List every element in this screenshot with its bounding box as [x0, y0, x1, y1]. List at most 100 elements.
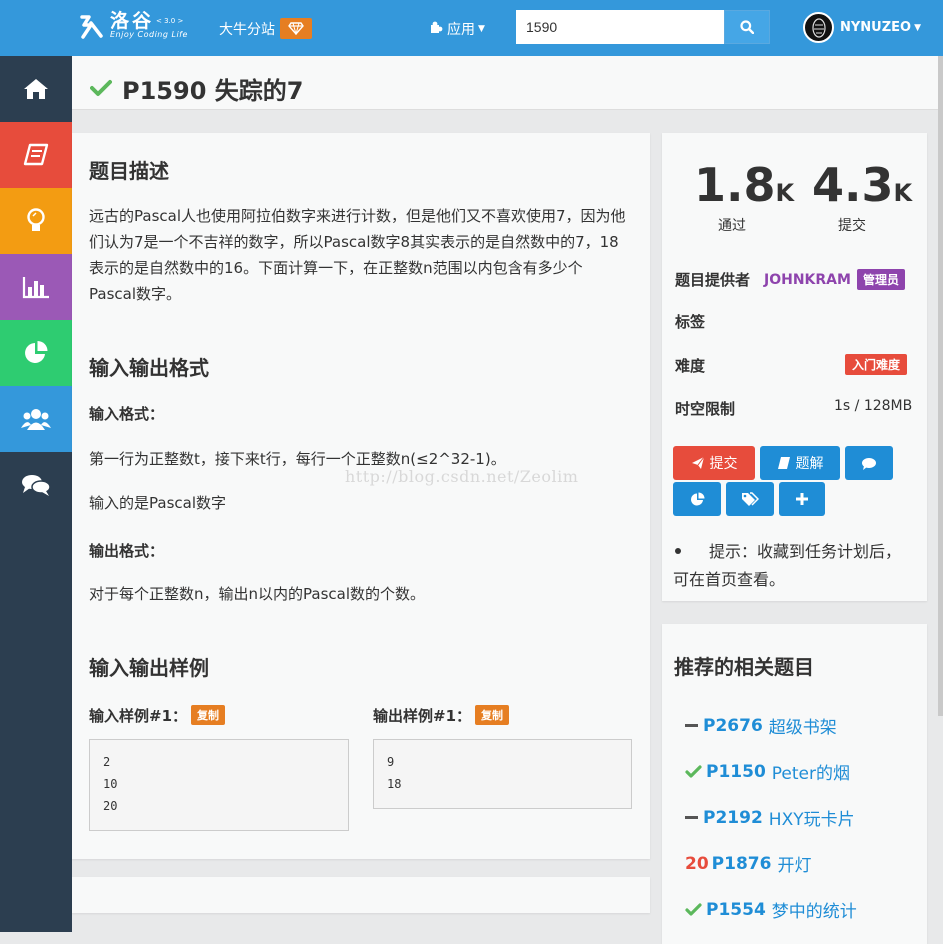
recommend-title: 推荐的相关题目: [674, 655, 814, 679]
sample-heading: 输入输出样例: [89, 656, 209, 680]
difficulty-badge: 入门难度: [845, 354, 908, 375]
apps-menu[interactable]: 应用 ▼: [430, 19, 485, 39]
limit-label: 时空限制: [675, 400, 736, 418]
problem-bottom-card: [72, 877, 650, 913]
submit-button-label: 提交: [709, 456, 738, 472]
input-format-label: 输入格式：: [89, 405, 165, 423]
sidebar-item-groups[interactable]: [0, 386, 72, 452]
sidebar-item-discuss[interactable]: [0, 452, 72, 518]
caret-down-icon: ▼: [914, 22, 922, 33]
watermark: http://blog.csdn.net/Zeolim: [345, 467, 579, 486]
recommend-item-id: P2192: [703, 807, 763, 828]
sample-output-label-text: 输出样例#1：: [373, 707, 472, 725]
unattempted-icon: [685, 816, 698, 819]
page-scrollbar[interactable]: [938, 56, 943, 716]
recommend-item-name: HXY玩卡片: [768, 810, 855, 830]
recommend-item[interactable]: P2676 超级书架: [685, 713, 837, 738]
submit-button[interactable]: 提交: [673, 446, 755, 480]
search-input[interactable]: [516, 10, 724, 44]
accepted-count-value: 1.8: [694, 158, 776, 212]
description-heading: 题目描述: [89, 159, 169, 183]
sidebar-item-problems[interactable]: [0, 122, 72, 188]
favorite-tip: 提示：收藏到任务计划后，可在首页查看。: [673, 538, 913, 594]
recommend-item-id: P2676: [703, 715, 763, 736]
comments-icon: [862, 457, 876, 470]
lightbulb-icon: [27, 208, 45, 231]
copy-output-button[interactable]: 复制: [475, 705, 510, 725]
book-icon: [23, 143, 49, 166]
user-menu[interactable]: NYNUZEO ▼: [803, 12, 921, 43]
output-format-text: 对于每个正整数n，输出n以内的Pascal数的个数。: [89, 585, 426, 603]
io-format-heading: 输入输出格式: [89, 356, 209, 380]
copy-input-button[interactable]: 复制: [191, 705, 226, 725]
page-title: P1590 失踪的7: [90, 71, 303, 106]
recommend-item-name: 梦中的统计: [771, 902, 857, 922]
sample-input-box[interactable]: 2 10 20: [89, 739, 349, 831]
solutions-button-label: 题解: [795, 456, 824, 472]
provider-name[interactable]: JOHNKRAM: [764, 272, 851, 288]
luogu-logo[interactable]: 洛谷 < 3.0 > Enjoy Coding Life: [76, 10, 188, 46]
site-link[interactable]: 大牛分站: [219, 18, 312, 39]
input-format-note: 输入的是Pascal数字: [89, 494, 226, 512]
accepted-label: 通过: [718, 218, 746, 234]
solutions-button[interactable]: 题解: [760, 446, 840, 480]
accepted-count-unit: K: [775, 179, 795, 207]
discuss-button[interactable]: [845, 446, 893, 480]
favorite-tip-text: 提示：收藏到任务计划后，可在首页查看。: [673, 542, 902, 589]
recommend-item-name: Peter的烟: [771, 764, 850, 784]
sidebar-item-training[interactable]: [0, 188, 72, 254]
limit-value: 1s / 128MB: [834, 398, 913, 414]
search-icon: [740, 20, 754, 34]
stats-button[interactable]: [673, 482, 721, 516]
pie-chart-icon: [25, 341, 48, 363]
apps-label: 应用: [447, 22, 475, 38]
problem-title: P1590 失踪的7: [122, 77, 304, 105]
recommend-item-name: 开灯: [777, 856, 812, 876]
provider-label: 题目提供者: [675, 271, 751, 289]
top-navbar: 洛谷< 3.0 > Enjoy Coding Life 大牛分站 应用 ▼ NY…: [0, 0, 943, 56]
sample-output-label: 输出样例#1： 复制: [373, 705, 510, 726]
tags-icon: [742, 492, 759, 506]
recommend-item[interactable]: 20 P1876 开灯: [685, 851, 812, 877]
bar-chart-icon: [22, 277, 49, 299]
provider: JOHNKRAM 管理员: [764, 269, 905, 290]
check-icon: [685, 764, 702, 778]
tags-button[interactable]: [726, 482, 774, 516]
recommend-item-name: 超级书架: [768, 718, 837, 738]
tags-label: 标签: [675, 313, 706, 331]
recommend-item[interactable]: P1554 梦中的统计: [685, 897, 857, 922]
recommend-item-id: P1150: [706, 761, 766, 782]
puzzle-icon: [430, 20, 444, 38]
logo-version: < 3.0 >: [156, 17, 184, 25]
score-badge: 20: [685, 853, 709, 874]
recommend-item[interactable]: P1150 Peter的烟: [685, 759, 850, 784]
difficulty-label: 难度: [675, 357, 706, 375]
search-button[interactable]: [724, 10, 770, 44]
sidebar-item-home[interactable]: [0, 56, 72, 122]
unattempted-icon: [685, 724, 698, 727]
comments-icon: [22, 475, 51, 496]
recommend-item-id: P1876: [711, 853, 772, 874]
logo-mark-icon: [76, 11, 106, 46]
avatar: [803, 12, 834, 43]
caret-down-icon: ▼: [478, 24, 485, 34]
accepted-count: 1.8K: [694, 162, 794, 216]
sample-output-box[interactable]: 9 18: [373, 739, 632, 809]
submit-count-value: 4.3: [812, 158, 894, 212]
sidebar-item-records[interactable]: [0, 254, 72, 320]
submit-label: 提交: [838, 218, 866, 234]
submit-count-unit: K: [893, 179, 913, 207]
pie-chart-icon: [690, 492, 704, 505]
add-to-list-button[interactable]: [779, 482, 825, 516]
bullet-icon: [675, 548, 681, 554]
paper-plane-icon: [691, 456, 704, 469]
description-text: 远古的Pascal人也使用阿拉伯数字来进行计数，但是他们又不喜欢使用7，因为他们…: [89, 207, 626, 303]
submit-count: 4.3K: [812, 162, 912, 216]
site-link-label: 大牛分站: [219, 21, 275, 38]
plus-icon: [796, 493, 808, 505]
sample-input-label: 输入样例#1： 复制: [89, 705, 226, 726]
recommend-item[interactable]: P2192 HXY玩卡片: [685, 805, 855, 830]
check-icon: [90, 75, 112, 103]
logo-subtitle: Enjoy Coding Life: [110, 30, 188, 39]
sidebar-item-contests[interactable]: [0, 320, 72, 386]
